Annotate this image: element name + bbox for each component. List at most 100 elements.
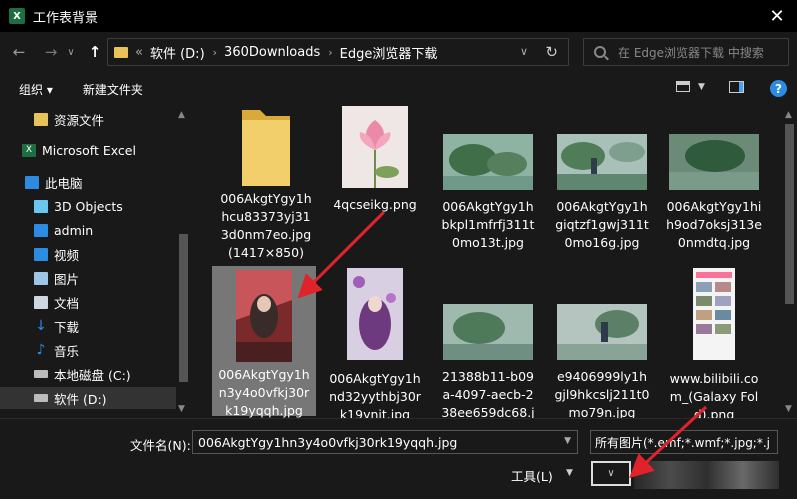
file-item[interactable]: 21388b11-b09a-4097-aecb-238ee659dc68.jfi… bbox=[436, 266, 540, 440]
preview-pane-button[interactable] bbox=[729, 81, 744, 93]
drive-icon bbox=[34, 370, 48, 378]
sidebar-scrollbar[interactable]: ▲ ▼ bbox=[176, 106, 190, 418]
chevron-down-icon[interactable]: ▼ bbox=[564, 436, 571, 446]
filename-input[interactable]: 006AkgtYgy1hn3y4o0vfkj30rk19yqqh.jpg ▼ bbox=[192, 430, 578, 454]
sidebar-item-label: 图片 bbox=[54, 271, 80, 287]
landscape-image-thumbnail bbox=[557, 304, 647, 360]
address-bar[interactable]: « 软件 (D:) › 360Downloads › Edge浏览器下载 ∨ ↻ bbox=[107, 38, 569, 66]
chevron-right-icon: › bbox=[328, 45, 333, 59]
refresh-icon[interactable]: ↻ bbox=[545, 43, 558, 61]
navigation-bar: ← → ∨ ↑ « 软件 (D:) › 360Downloads › Edge浏览器… bbox=[0, 32, 797, 72]
scroll-down-icon[interactable]: ▼ bbox=[178, 404, 185, 414]
chevron-down-icon[interactable]: ∨ bbox=[520, 45, 528, 58]
chevron-down-icon: ∨ bbox=[607, 468, 615, 479]
search-placeholder: 在 Edge浏览器下载 中搜索 bbox=[618, 45, 764, 60]
file-list: 006AkgtYgy1hhcu83373yj313d0nm7eo.jpg (14… bbox=[190, 106, 782, 438]
file-item[interactable]: 4qcseikg.png bbox=[323, 106, 427, 214]
sidebar-item-downloads[interactable]: ↓ 下载 bbox=[0, 315, 176, 337]
tools-button[interactable]: 工具(L) bbox=[511, 466, 553, 485]
scroll-up-icon[interactable]: ▲ bbox=[785, 110, 792, 120]
file-item[interactable]: 006AkgtYgy1hgiqtzf1gwj311t0mo16g.jpg bbox=[550, 106, 654, 252]
sidebar-item-label: 音乐 bbox=[54, 343, 80, 359]
dialog-footer: 文件名(N): 006AkgtYgy1hn3y4o0vfkj30rk19yqqh… bbox=[0, 418, 797, 499]
sidebar-item-label: 资源文件 bbox=[54, 112, 105, 128]
file-name: 006AkgtYgy1hgiqtzf1gwj311t0mo16g.jpg bbox=[555, 199, 649, 250]
sidebar-item-videos[interactable]: 视频 bbox=[0, 243, 176, 265]
file-type-select[interactable]: 所有图片(*.emf;*.wmf;*.jpg;*.j bbox=[590, 430, 778, 454]
file-item[interactable]: 006AkgtYgy1hbkpl1mfrfj311t0mo13t.jpg bbox=[436, 106, 540, 252]
sidebar-item-label: 3D Objects bbox=[54, 198, 123, 214]
breadcrumb-overflow[interactable]: « bbox=[135, 45, 143, 60]
landscape-image-thumbnail bbox=[557, 134, 647, 190]
lotus-image-thumbnail bbox=[342, 106, 408, 188]
landscape-image-thumbnail bbox=[669, 134, 759, 190]
insert-button[interactable]: ∨ bbox=[591, 461, 631, 486]
breadcrumb-360downloads[interactable]: 360Downloads › bbox=[224, 45, 333, 60]
drive-icon bbox=[34, 394, 48, 402]
scrollbar-thumb[interactable] bbox=[179, 234, 188, 382]
sidebar-item-microsoft-excel[interactable]: X Microsoft Excel bbox=[0, 139, 176, 161]
file-item[interactable]: e9406999ly1hgjl9hkcslj211t0mo79n.jpg bbox=[550, 266, 654, 422]
download-icon: ↓ bbox=[35, 317, 47, 334]
search-icon bbox=[594, 46, 606, 58]
folder-icon bbox=[34, 223, 48, 237]
excel-icon: X bbox=[9, 8, 25, 24]
chevron-down-icon[interactable]: ▼ bbox=[566, 468, 573, 478]
breadcrumb-drive[interactable]: 软件 (D:) › bbox=[150, 43, 217, 62]
folder-icon bbox=[242, 110, 290, 186]
file-name: 006AkgtYgy1hhcu83373yj313d0nm7eo.jpg (14… bbox=[220, 191, 312, 260]
filename-value: 006AkgtYgy1hn3y4o0vfkj30rk19yqqh.jpg bbox=[198, 434, 458, 450]
folder-icon bbox=[114, 46, 128, 58]
sidebar-item-label: 视频 bbox=[54, 247, 80, 263]
new-folder-button[interactable]: 新建文件夹 bbox=[83, 81, 143, 98]
file-name: 006AkgtYgy1hnd32yythbj30rk19ynit.jpg bbox=[329, 371, 421, 422]
close-button[interactable]: ✕ bbox=[767, 6, 787, 27]
documents-icon bbox=[34, 295, 48, 309]
sidebar-item-label: 本地磁盘 (C:) bbox=[54, 367, 131, 383]
file-list-scrollbar[interactable]: ▲ ▼ bbox=[782, 106, 797, 418]
back-button[interactable]: ← bbox=[8, 41, 30, 63]
scroll-down-icon[interactable]: ▼ bbox=[785, 404, 792, 414]
file-item[interactable]: 006AkgtYgy1hih9od7oksj313e0nmdtq.jpg bbox=[662, 106, 766, 252]
filename-label: 文件名(N): bbox=[130, 438, 191, 453]
sidebar-item-local-disk-c[interactable]: 本地磁盘 (C:) bbox=[0, 363, 176, 385]
sidebar-item-label: 软件 (D:) bbox=[54, 391, 107, 407]
sidebar-item-admin[interactable]: admin bbox=[0, 219, 176, 241]
scroll-up-icon[interactable]: ▲ bbox=[178, 110, 185, 120]
sidebar-item-resource-files[interactable]: 资源文件 bbox=[0, 108, 176, 130]
organize-button[interactable]: 组织 ▾ bbox=[19, 81, 53, 98]
landscape-image-thumbnail bbox=[443, 134, 533, 190]
recent-locations-button[interactable]: ∨ bbox=[64, 41, 78, 63]
sidebar-item-label: Microsoft Excel bbox=[42, 142, 136, 158]
breadcrumb-edge-downloads[interactable]: Edge浏览器下载 bbox=[340, 43, 438, 62]
view-options-button[interactable]: ▼ bbox=[676, 81, 705, 92]
character-image-thumbnail bbox=[236, 270, 292, 362]
search-box[interactable]: 在 Edge浏览器下载 中搜索 bbox=[583, 38, 789, 66]
sidebar-item-3d-objects[interactable]: 3D Objects bbox=[0, 195, 176, 217]
file-item[interactable]: 006AkgtYgy1hnd32yythbj30rk19ynit.jpg bbox=[323, 266, 427, 424]
file-item[interactable]: 006AkgtYgy1hhcu83373yj313d0nm7eo.jpg (14… bbox=[214, 106, 318, 262]
navigation-pane: 资源文件 X Microsoft Excel 此电脑 3D Objects ad… bbox=[0, 106, 190, 418]
file-name: e9406999ly1hgjl9hkcslj211t0mo79n.jpg bbox=[554, 369, 650, 420]
command-bar: 组织 ▾ 新建文件夹 ▼ ? bbox=[0, 72, 797, 106]
sidebar-item-this-pc[interactable]: 此电脑 bbox=[0, 171, 176, 193]
character-image-thumbnail bbox=[347, 268, 403, 360]
sidebar-item-label: 此电脑 bbox=[45, 175, 83, 191]
sidebar-item-label: 文档 bbox=[54, 295, 80, 311]
scrollbar-thumb[interactable] bbox=[785, 124, 794, 304]
title-bar: X 工作表背景 ✕ bbox=[0, 0, 797, 32]
forward-button[interactable]: → bbox=[40, 41, 62, 63]
file-item[interactable]: www.bilibili.com_(Galaxy Fold).png bbox=[662, 266, 766, 424]
file-item-selected[interactable]: 006AkgtYgy1hn3y4o0vfkj30rk19yqqh.jpg bbox=[212, 266, 316, 418]
file-name: 4qcseikg.png bbox=[333, 197, 417, 212]
up-button[interactable]: ↑ bbox=[84, 41, 106, 63]
help-icon[interactable]: ? bbox=[770, 80, 787, 97]
file-name: www.bilibili.com_(Galaxy Fold).png bbox=[669, 371, 759, 422]
sidebar-item-software-d[interactable]: 软件 (D:) bbox=[0, 387, 176, 409]
preview-pane-icon bbox=[729, 81, 744, 93]
sidebar-item-music[interactable]: ♪ 音乐 bbox=[0, 339, 176, 361]
sidebar-item-pictures[interactable]: 图片 bbox=[0, 267, 176, 289]
sidebar-item-documents[interactable]: 文档 bbox=[0, 291, 176, 313]
file-name: 006AkgtYgy1hbkpl1mfrfj311t0mo13t.jpg bbox=[441, 199, 535, 250]
file-name: 006AkgtYgy1hih9od7oksj313e0nmdtq.jpg bbox=[666, 199, 762, 250]
